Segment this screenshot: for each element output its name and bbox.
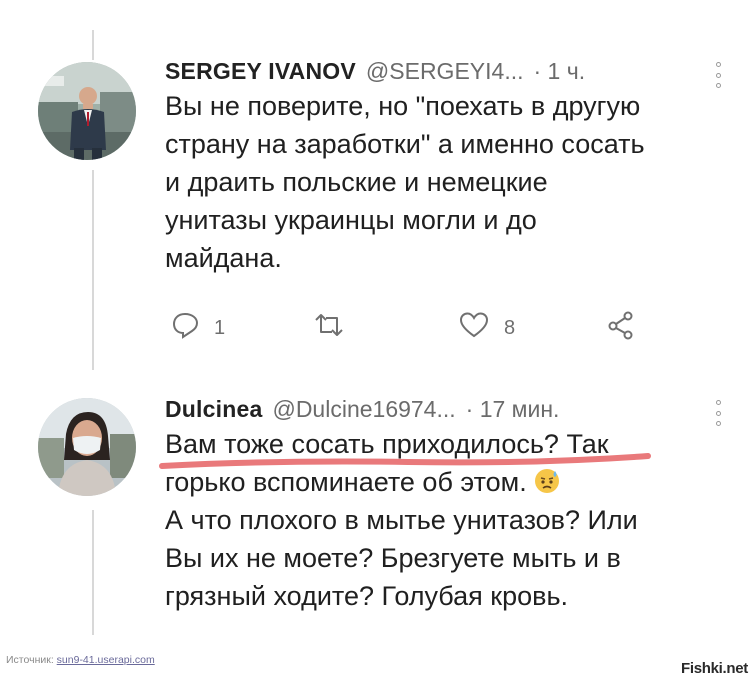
author-name[interactable]: Dulcinea xyxy=(165,396,262,423)
tweet-line: А что плохого в мытье унитазов? Или xyxy=(165,505,638,535)
tweet-actions: 1 8 xyxy=(170,310,650,350)
avatar[interactable] xyxy=(38,62,136,160)
like-count: 8 xyxy=(504,316,516,339)
tweet-line: унитазы украинцы могли и до xyxy=(165,205,537,235)
tweet-line: страну на заработки" а именно сосать xyxy=(165,129,645,159)
heart-icon xyxy=(458,310,490,346)
thread-line-bottom xyxy=(92,510,94,635)
source-label: Источник: xyxy=(6,654,54,666)
like-button[interactable]: 8 xyxy=(458,310,515,346)
more-options-icon[interactable] xyxy=(714,62,722,88)
author-name[interactable]: SERGEY IVANOV xyxy=(165,58,356,85)
tweet-line: майдана. xyxy=(165,243,282,273)
tweet-2[interactable]: Dulcinea @Dulcine16974... · 17 мин. Вам … xyxy=(165,396,730,615)
tweet-header: SERGEY IVANOV @SERGEYI4... · 1 ч. xyxy=(165,58,730,85)
tweet-line: Вы их не моете? Брезгуете мыть и в xyxy=(165,543,621,573)
thread-line-middle xyxy=(92,170,94,370)
tweet-1[interactable]: SERGEY IVANOV @SERGEYI4... · 1 ч. Вы не … xyxy=(165,58,730,277)
tweet-timestamp[interactable]: · 1 ч. xyxy=(534,58,586,85)
reply-icon xyxy=(170,310,200,346)
tweet-line: грязный ходите? Голубая кровь. xyxy=(165,581,569,611)
tweet-line: и драить польские и немецкие xyxy=(165,167,548,197)
source-link[interactable]: sun9-41.userapi.com xyxy=(57,654,155,666)
reply-count: 1 xyxy=(214,316,226,339)
author-handle[interactable]: @SERGEYI4... xyxy=(366,58,524,85)
retweet-button[interactable] xyxy=(312,310,346,346)
watermark: Fishki.net xyxy=(680,660,748,677)
retweet-icon xyxy=(312,310,346,346)
tweet-timestamp[interactable]: · 17 мин. xyxy=(466,396,560,423)
source-credit: Источник: sun9-41.userapi.com xyxy=(6,654,155,666)
highlight-underline xyxy=(159,453,651,469)
more-options-icon[interactable] xyxy=(714,400,722,426)
share-icon xyxy=(606,310,636,346)
tweet-text: Вы не поверите, но "поехать в другую стр… xyxy=(165,87,730,277)
tweet-header: Dulcinea @Dulcine16974... · 17 мин. xyxy=(165,396,730,423)
tweet-line: Вы не поверите, но "поехать в другую xyxy=(165,91,641,121)
thread-line-top xyxy=(92,30,94,60)
share-button[interactable] xyxy=(606,310,636,346)
avatar[interactable] xyxy=(38,398,136,496)
author-handle[interactable]: @Dulcine16974... xyxy=(272,396,455,423)
reply-button[interactable]: 1 xyxy=(170,310,225,346)
